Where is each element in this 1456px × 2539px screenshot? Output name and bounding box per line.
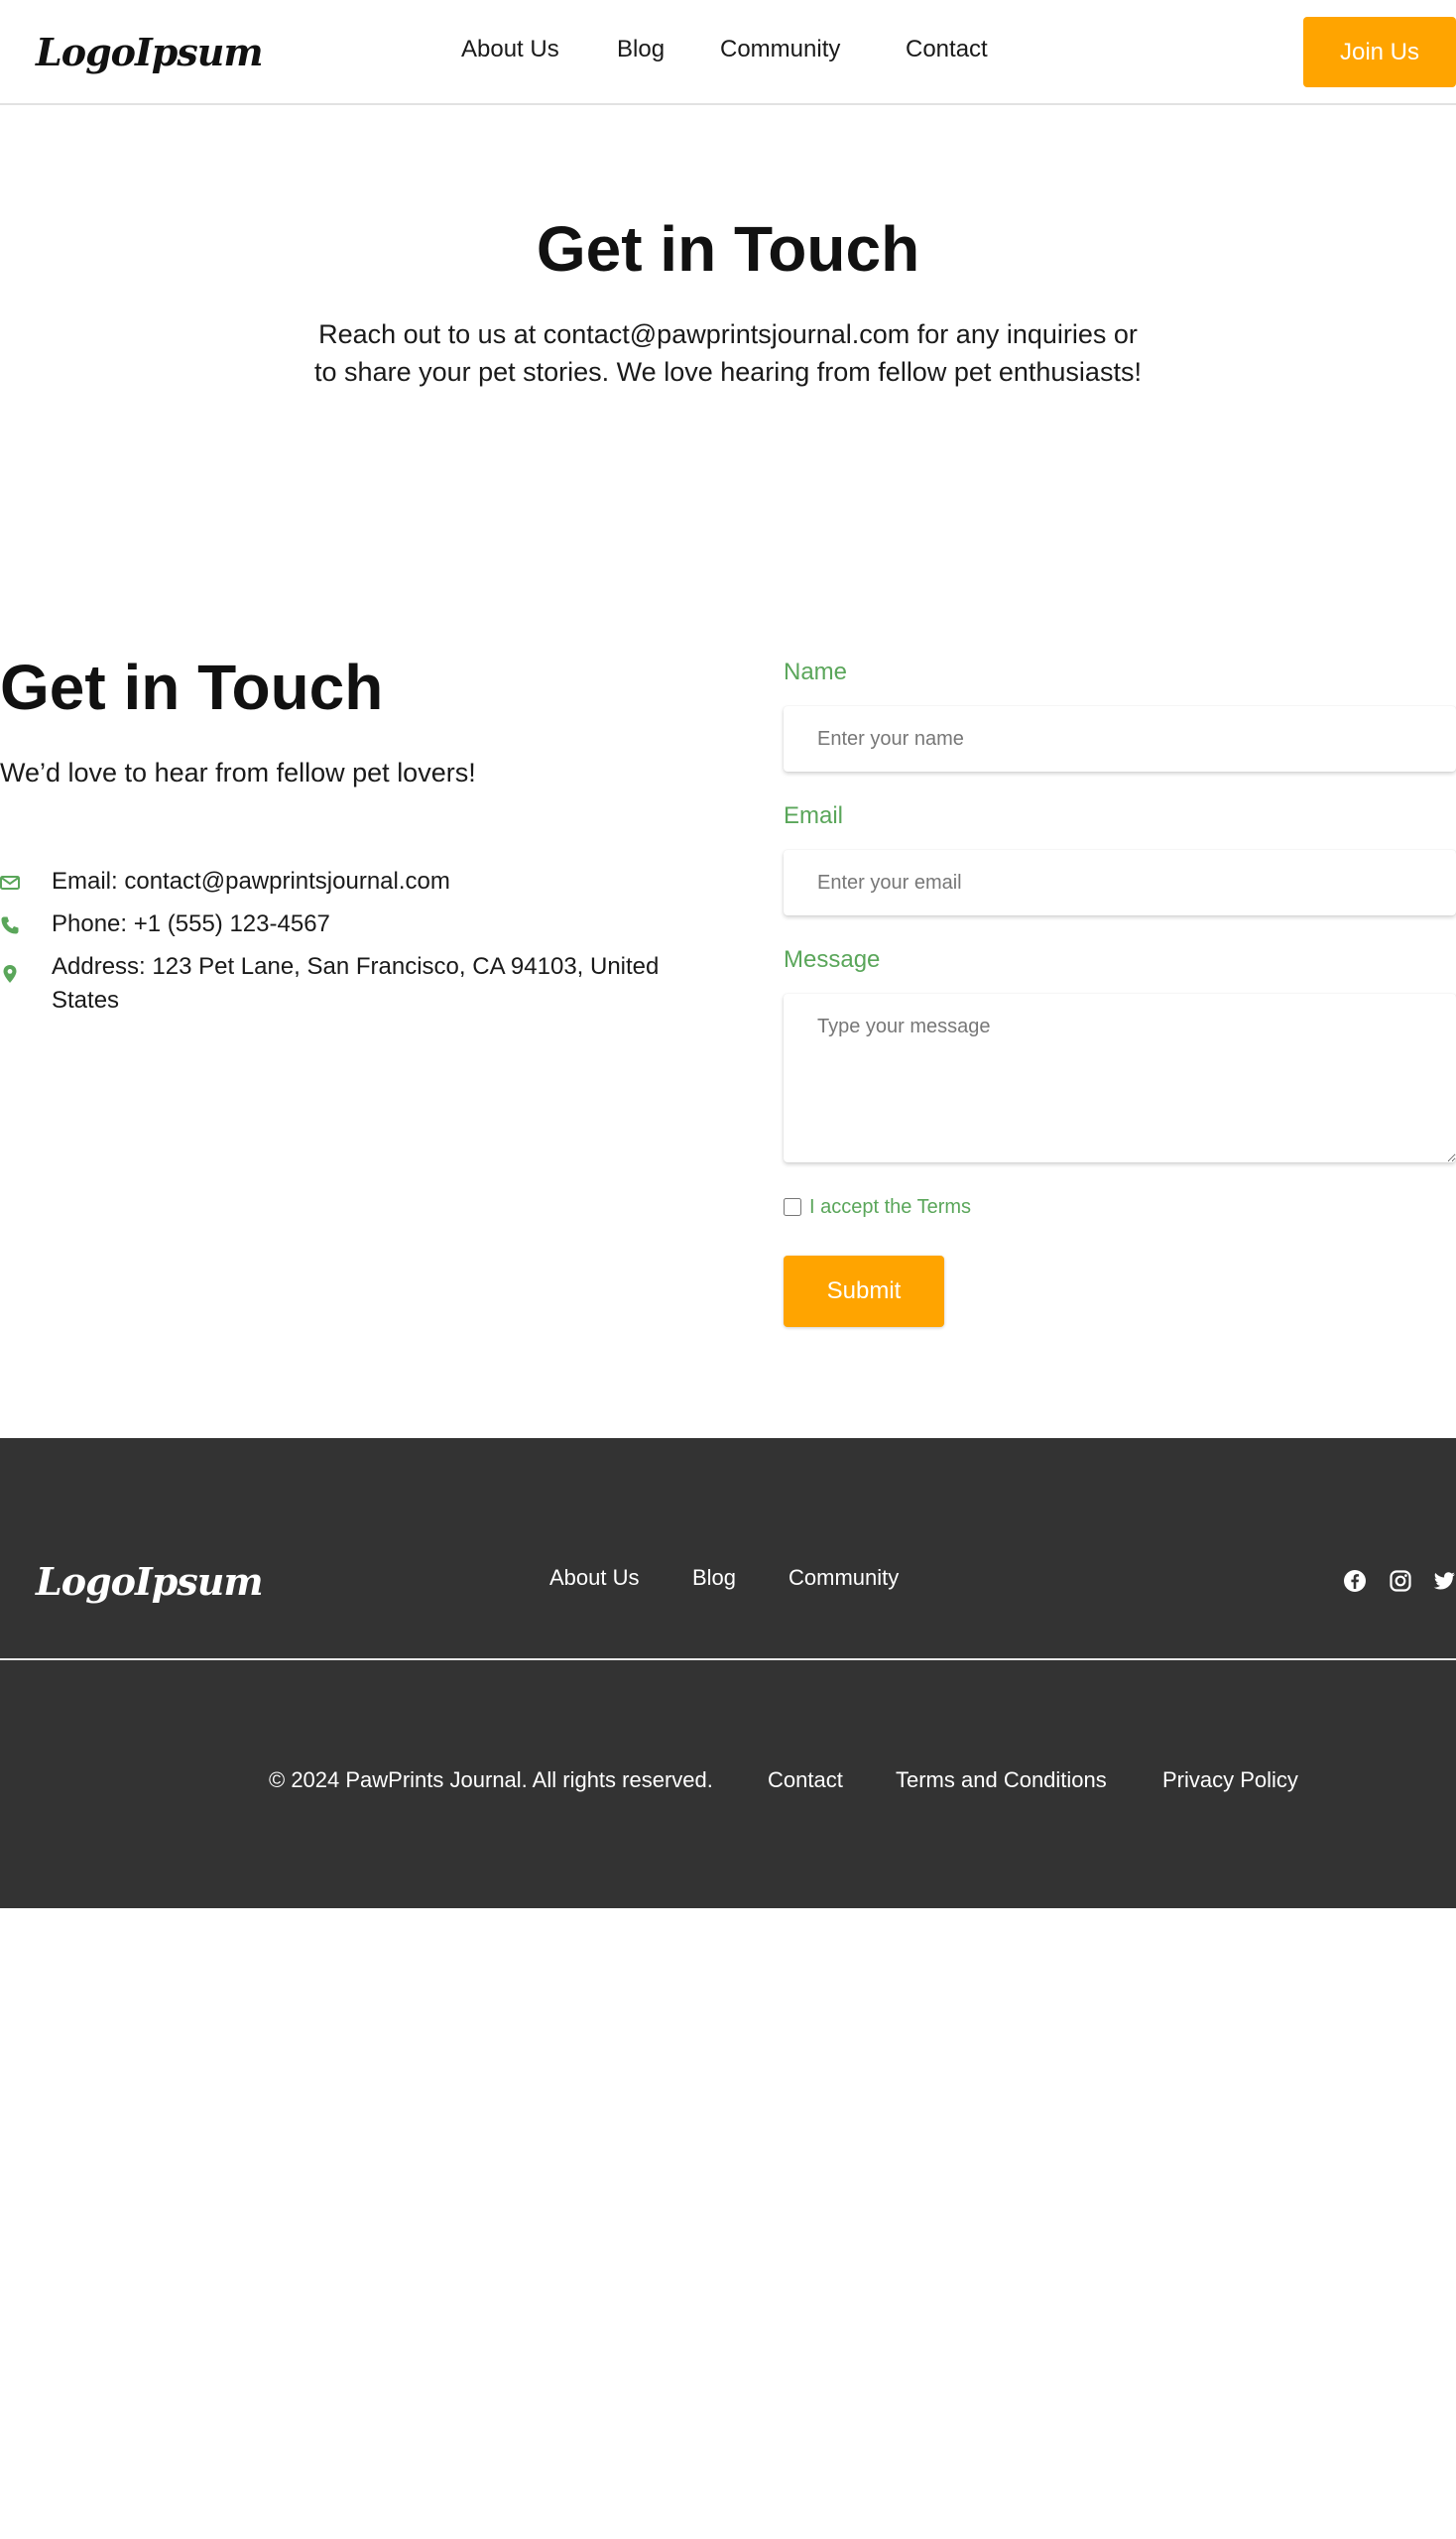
nav-blog[interactable]: Blog [617, 36, 665, 63]
site-header: LogoIpsum About Us Blog Community Contac… [0, 0, 1456, 105]
nav-about-us[interactable]: About Us [461, 36, 559, 63]
footer-nav-blog[interactable]: Blog [692, 1565, 736, 1591]
map-pin-icon [3, 965, 17, 983]
footer-link-contact[interactable]: Contact [768, 1767, 843, 1793]
footer-nav-about-us[interactable]: About Us [549, 1565, 640, 1591]
footer-divider [0, 1658, 1456, 1660]
footer-logo[interactable]: LogoIpsum [36, 1559, 264, 1604]
twitter-icon[interactable] [1432, 1569, 1456, 1593]
footer-copyright: © 2024 PawPrints Journal. All rights res… [269, 1767, 713, 1792]
contact-phone: Phone: +1 (555) 123-4567 [52, 910, 330, 937]
message-textarea[interactable] [784, 994, 1456, 1162]
footer-link-terms[interactable]: Terms and Conditions [896, 1767, 1107, 1793]
email-input[interactable] [784, 850, 1456, 915]
footer-link-privacy[interactable]: Privacy Policy [1162, 1767, 1298, 1793]
contact-address: Address: 123 Pet Lane, San Francisco, CA… [52, 953, 660, 1014]
submit-button[interactable]: Submit [784, 1256, 944, 1327]
facebook-icon[interactable] [1343, 1569, 1367, 1593]
terms-label[interactable]: I accept the Terms [809, 1196, 971, 1219]
hero-text: Reach out to us at contact@pawprintsjour… [314, 319, 1142, 387]
instagram-icon[interactable] [1389, 1569, 1412, 1593]
contact-email: Email: contact@pawprintsjournal.com [52, 868, 450, 895]
contact-title: Get in Touch [0, 652, 384, 723]
nav-contact[interactable]: Contact [906, 36, 988, 63]
phone-icon [1, 916, 19, 934]
terms-checkbox[interactable] [784, 1198, 801, 1216]
envelope-icon [0, 876, 20, 890]
join-us-button[interactable]: Join Us [1303, 17, 1456, 87]
message-label: Message [784, 946, 881, 973]
nav-community[interactable]: Community [720, 36, 840, 63]
name-input[interactable] [784, 706, 1456, 772]
footer-nav-community[interactable]: Community [789, 1565, 899, 1591]
header-logo[interactable]: LogoIpsum [36, 30, 264, 74]
hero-title: Get in Touch [536, 213, 920, 285]
site-footer: LogoIpsum About Us Blog Community © 2024… [0, 1438, 1456, 1908]
contact-subtitle: We’d love to hear from fellow pet lovers… [0, 758, 476, 787]
name-label: Name [784, 659, 848, 685]
email-label: Email [784, 802, 844, 829]
